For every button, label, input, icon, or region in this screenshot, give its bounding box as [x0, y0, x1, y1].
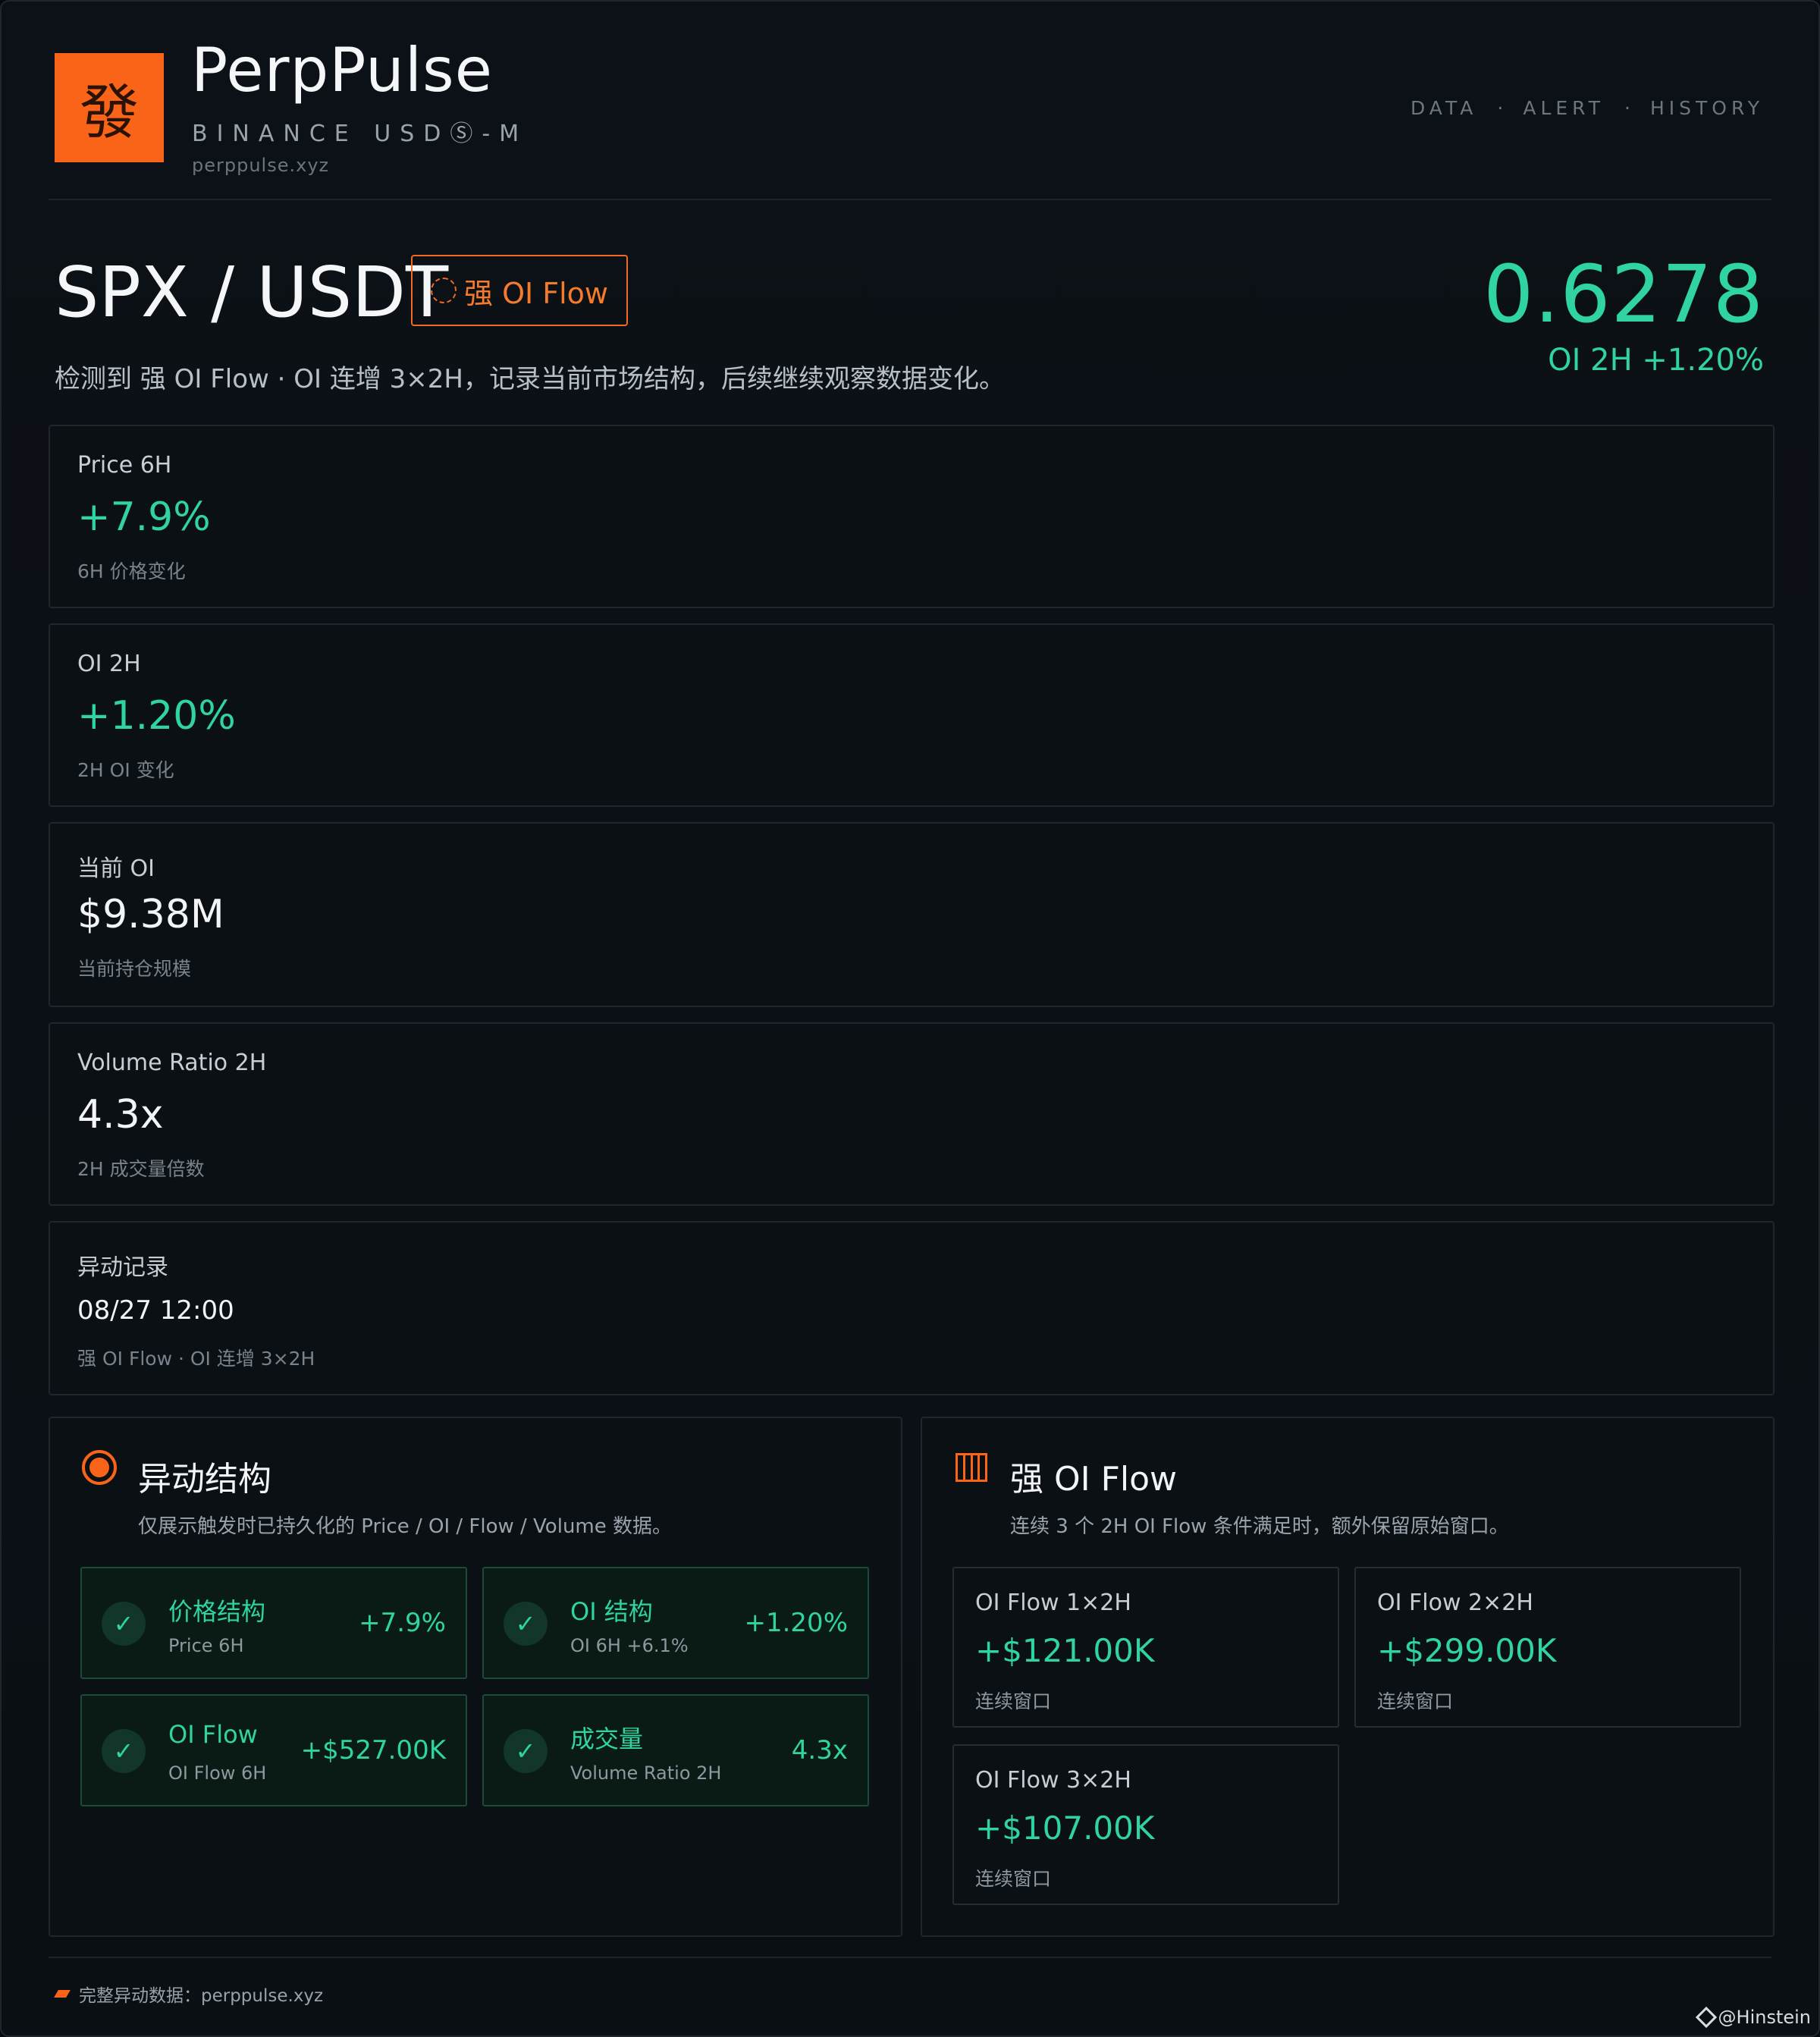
- flow-window-card-2: OI Flow 2×2H +$299.00K 连续窗口: [1354, 1567, 1741, 1728]
- brand-logo-char: 發: [79, 79, 139, 147]
- metric-value: 4.3x: [77, 1092, 164, 1138]
- metric-card-oi-2h: OI 2H +1.20% 2H OI 变化: [49, 623, 1774, 807]
- tile-value: +1.20%: [744, 1608, 849, 1638]
- signal-badge: 强 OI Flow: [411, 255, 628, 326]
- structure-panel: 异动结构 仅展示触发时已持久化的 Price / OI / Flow / Vol…: [49, 1417, 902, 1937]
- flow-window-card-1: OI Flow 1×2H +$121.00K 连续窗口: [952, 1567, 1339, 1728]
- tile-value: +7.9%: [359, 1608, 446, 1638]
- top-nav: DATA · ALERT · HISTORY: [1410, 97, 1764, 119]
- oi-flow-panel-title: 强 OI Flow: [1010, 1460, 1178, 1499]
- flow-window-card-3: OI Flow 3×2H +$107.00K 连续窗口: [952, 1744, 1339, 1905]
- metric-note: 6H 价格变化: [77, 560, 186, 582]
- check-icon: ✓: [504, 1602, 548, 1646]
- tile-title: 价格结构: [168, 1597, 266, 1626]
- loading-ring-icon: [430, 278, 457, 303]
- metric-card-price-6h: Price 6H +7.9% 6H 价格变化: [49, 425, 1774, 608]
- flow-window-note: 连续窗口: [1377, 1690, 1454, 1712]
- structure-panel-description: 仅展示触发时已持久化的 Price / OI / Flow / Volume 数…: [138, 1515, 673, 1538]
- brand-title: PerpPulse: [191, 35, 493, 105]
- price-oi-change: OI 2H +1.20%: [1548, 343, 1764, 378]
- tile-title: OI 结构: [570, 1597, 653, 1626]
- metric-note: 2H OI 变化: [77, 759, 174, 781]
- brand-subtitle: BINANCE USDⓈ-M: [192, 121, 529, 147]
- flow-window-note: 连续窗口: [975, 1868, 1052, 1890]
- radio-dot-icon: [82, 1450, 117, 1485]
- tile-subtitle: Volume Ratio 2H: [570, 1762, 722, 1784]
- metric-card-volume-ratio: Volume Ratio 2H 4.3x 2H 成交量倍数: [49, 1022, 1774, 1206]
- signal-description: 检测到 强 OI Flow · OI 连增 3×2H，记录当前市场结构，后续继续…: [55, 364, 1005, 394]
- brand-mark-icon: [54, 1990, 71, 1998]
- brand-url[interactable]: perppulse.xyz: [192, 155, 329, 176]
- structure-tile-volume: ✓ 成交量 Volume Ratio 2H 4.3x: [482, 1694, 869, 1806]
- metric-label: 当前 OI: [77, 855, 155, 882]
- brand-logo: 發: [55, 53, 164, 162]
- watermark: @Hinstein: [1695, 2006, 1811, 2029]
- nav-history[interactable]: HISTORY: [1650, 97, 1764, 119]
- tile-title: 成交量: [570, 1725, 644, 1753]
- oi-flow-panel-description: 连续 3 个 2H OI Flow 条件满足时，额外保留原始窗口。: [1010, 1515, 1509, 1538]
- metric-card-current-oi: 当前 OI $9.38M 当前持仓规模: [49, 822, 1774, 1007]
- structure-tile-oi-flow: ✓ OI Flow OI Flow 6H +$527.00K: [80, 1694, 467, 1806]
- flow-window-value: +$121.00K: [975, 1632, 1155, 1669]
- metric-note: 强 OI Flow · OI 连增 3×2H: [77, 1348, 315, 1370]
- tile-value: 4.3x: [791, 1735, 848, 1766]
- metric-label: Volume Ratio 2H: [77, 1050, 267, 1076]
- flow-window-value: +$299.00K: [1377, 1632, 1557, 1669]
- event-timestamp: 08/27 12:00: [77, 1295, 234, 1326]
- footer: 完整异动数据：perppulse.xyz: [54, 1981, 323, 2007]
- flow-window-value: +$107.00K: [975, 1809, 1155, 1847]
- metric-value: +1.20%: [77, 693, 236, 739]
- check-icon: ✓: [102, 1602, 146, 1646]
- metric-value: $9.38M: [77, 892, 224, 937]
- nav-separator: ·: [1497, 97, 1504, 119]
- current-price: 0.6278: [1483, 248, 1764, 341]
- footer-text[interactable]: 完整异动数据：perppulse.xyz: [79, 1981, 323, 2007]
- nav-alert[interactable]: ALERT: [1523, 97, 1605, 119]
- check-icon: ✓: [504, 1729, 548, 1773]
- tile-subtitle: OI 6H +6.1%: [570, 1635, 689, 1656]
- metric-card-event-log: 异动记录 08/27 12:00 强 OI Flow · OI 连增 3×2H: [49, 1221, 1774, 1395]
- flow-window-label: OI Flow 2×2H: [1377, 1590, 1533, 1616]
- metric-value: +7.9%: [77, 494, 211, 540]
- signal-badge-label: 强 OI Flow: [463, 276, 609, 310]
- metric-label: Price 6H: [77, 452, 172, 479]
- flow-window-label: OI Flow 1×2H: [975, 1590, 1131, 1616]
- tile-subtitle: Price 6H: [168, 1635, 244, 1656]
- footer-divider: [49, 1957, 1771, 1958]
- watermark-text: @Hinstein: [1718, 2007, 1811, 2028]
- structure-tile-price: ✓ 价格结构 Price 6H +7.9%: [80, 1567, 467, 1679]
- tile-title: OI Flow: [168, 1720, 258, 1749]
- header-divider: [49, 199, 1771, 200]
- structure-panel-title: 异动结构: [138, 1460, 271, 1499]
- metric-label: OI 2H: [77, 651, 141, 677]
- metric-label: 异动记录: [77, 1254, 168, 1281]
- oi-flow-panel: 强 OI Flow 连续 3 个 2H OI Flow 条件满足时，额外保留原始…: [921, 1417, 1774, 1937]
- tile-subtitle: OI Flow 6H: [168, 1762, 267, 1784]
- pair-symbol: SPX / USDT: [55, 252, 449, 333]
- nav-separator: ·: [1624, 97, 1630, 119]
- nav-data[interactable]: DATA: [1410, 97, 1477, 119]
- flow-window-label: OI Flow 3×2H: [975, 1767, 1131, 1794]
- app-frame: 發 PerpPulse BINANCE USDⓈ-M perppulse.xyz…: [0, 0, 1820, 2037]
- metric-note: 2H 成交量倍数: [77, 1158, 205, 1180]
- diamond-logo-icon: [1695, 2006, 1717, 2029]
- tile-value: +$527.00K: [300, 1735, 446, 1766]
- check-icon: ✓: [102, 1729, 146, 1773]
- flow-window-note: 连续窗口: [975, 1690, 1052, 1712]
- metric-note: 当前持仓规模: [77, 958, 192, 980]
- bars-icon: [956, 1453, 987, 1482]
- structure-tile-oi: ✓ OI 结构 OI 6H +6.1% +1.20%: [482, 1567, 869, 1679]
